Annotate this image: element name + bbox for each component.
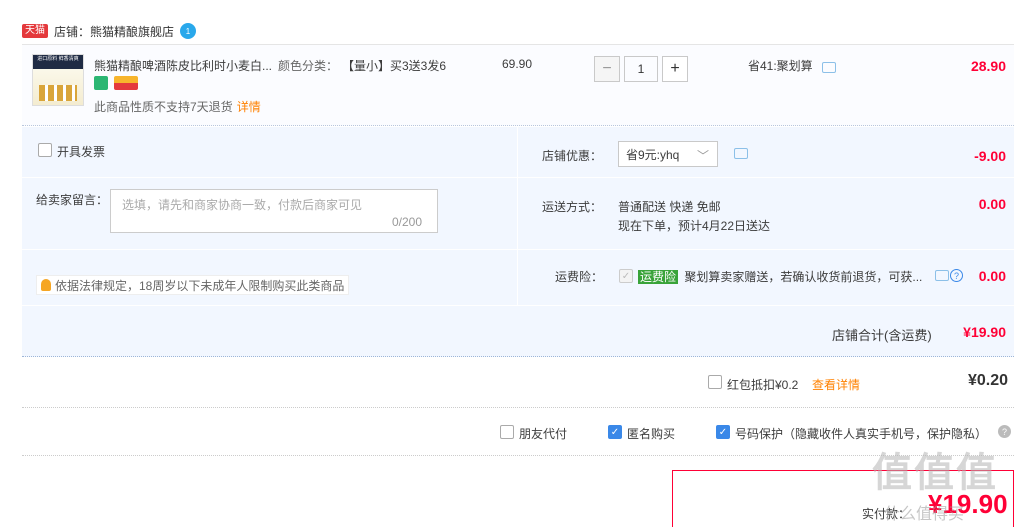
hongbao-details-link[interactable]: 查看详情 [812,376,860,393]
shop-discount-selected: 省9元:yhq [626,147,680,162]
shipping-label: 运送方式： [542,200,603,214]
anonymous-label: 匿名购买 [627,427,676,441]
seller-message-label: 给卖家留言： [36,193,109,207]
service-icon [94,76,108,90]
chevron-down-icon: ﹀ [696,149,709,163]
watermark-logo: 值值值 [872,451,998,495]
number-protect-help-icon[interactable]: ? [998,425,1011,438]
shipping-method: 普通配送 快递 免邮 [618,200,721,214]
order-options-panel [22,127,1014,357]
friend-pay-label: 朋友代付 [519,427,568,441]
shop-label: 店铺： [54,24,91,39]
shop-discount-label: 店铺优惠： [542,149,603,163]
help-icon[interactable]: ? [950,269,963,282]
thumbnail-cans-graphic [39,85,77,101]
panel-divider [517,127,518,305]
insurance-info-icon[interactable] [935,270,949,281]
insurance-badge: 运费险 [638,270,679,284]
quantity-input[interactable]: 1 [624,56,658,82]
sku-label: 颜色分类： [278,59,339,73]
shop-header: 天猫 店铺： 熊猫精酿旗舰店 1 [22,20,197,42]
return-policy-notice: 此商品性质不支持7天退货 详情 [94,98,261,115]
row-divider [22,249,517,250]
return-policy-text: 此商品性质不支持7天退货 [94,100,233,114]
return-policy-details-link[interactable]: 详情 [237,100,261,114]
quantity-increase-button[interactable]: + [662,56,688,82]
hongbao-amount: ¥0.20 [967,372,1008,389]
insurance-row: 运费险 聚划算卖家赠送，若确认收货前退货，可获... [638,268,922,285]
insurance-checkbox: ✓ [619,269,633,283]
invoice-label: 开具发票 [57,145,106,159]
item-subtotal: 28.90 [970,58,1006,74]
shop-total-label: 店铺合计(含运费) [832,328,932,343]
hongbao-row [22,360,1014,408]
age-restriction-text: 依据法律规定，18周岁以下未成年人限制购买此类商品 [55,278,345,293]
row-divider [22,177,517,178]
lightbulb-icon [41,279,51,291]
invoice-checkbox[interactable] [38,143,52,157]
product-thumbnail[interactable]: 进口原料 鲜香清爽 [32,54,84,106]
unit-price: 69.90 [502,57,533,71]
row-divider [518,177,1014,178]
shop-name-link[interactable]: 熊猫精酿旗舰店 [90,23,174,40]
insurance-label: 运费险： [555,270,604,284]
anonymous-checkbox[interactable]: ✓ [608,425,622,439]
row-divider [22,305,1014,306]
promotion-info-icon[interactable] [822,62,836,73]
shop-discount-select[interactable]: 省9元:yhq ﹀ [618,141,718,167]
quantity-decrease-button[interactable]: − [594,56,620,82]
age-restriction-notice: 依据法律规定，18周岁以下未成年人限制购买此类商品 [36,275,350,295]
thumbnail-caption: 进口原料 鲜香清爽 [33,55,83,69]
shipping-eta: 现在下单，预计4月22日送达 [618,219,771,233]
product-title-link[interactable]: 熊猫精酿啤酒陈皮比利时小麦白... [94,57,274,74]
hongbao-label: 红包抵扣¥0.2 [727,378,799,392]
row-divider [518,249,1014,250]
wangwang-chat-icon[interactable]: 1 [180,23,197,39]
item-promotion: 省41:聚划算 [748,59,813,73]
credit-card-icon [114,76,138,90]
insurance-description: 聚划算卖家赠送，若确认收货前退货，可获... [684,270,923,284]
shop-discount-amount: -9.00 [974,148,1006,164]
seller-message-placeholder: 选填，请先和商家协商一致，付款后商家可见 [122,198,363,212]
sku-value: 【量小】买3送3发6 [342,59,447,73]
discount-info-icon[interactable] [734,148,748,159]
seller-message-char-count: 0/200 [392,215,423,229]
insurance-amount: 0.00 [978,268,1006,284]
quantity-stepper: − 1 + [594,56,688,82]
shop-total-amount: ¥19.90 [963,324,1006,340]
watermark-subtitle: 什么值得买 [884,506,965,523]
hongbao-checkbox[interactable] [708,375,722,389]
number-protect-checkbox[interactable]: ✓ [716,425,730,439]
friend-pay-checkbox[interactable] [500,425,514,439]
tmall-badge: 天猫 [22,24,48,38]
shipping-amount: 0.00 [978,196,1006,212]
